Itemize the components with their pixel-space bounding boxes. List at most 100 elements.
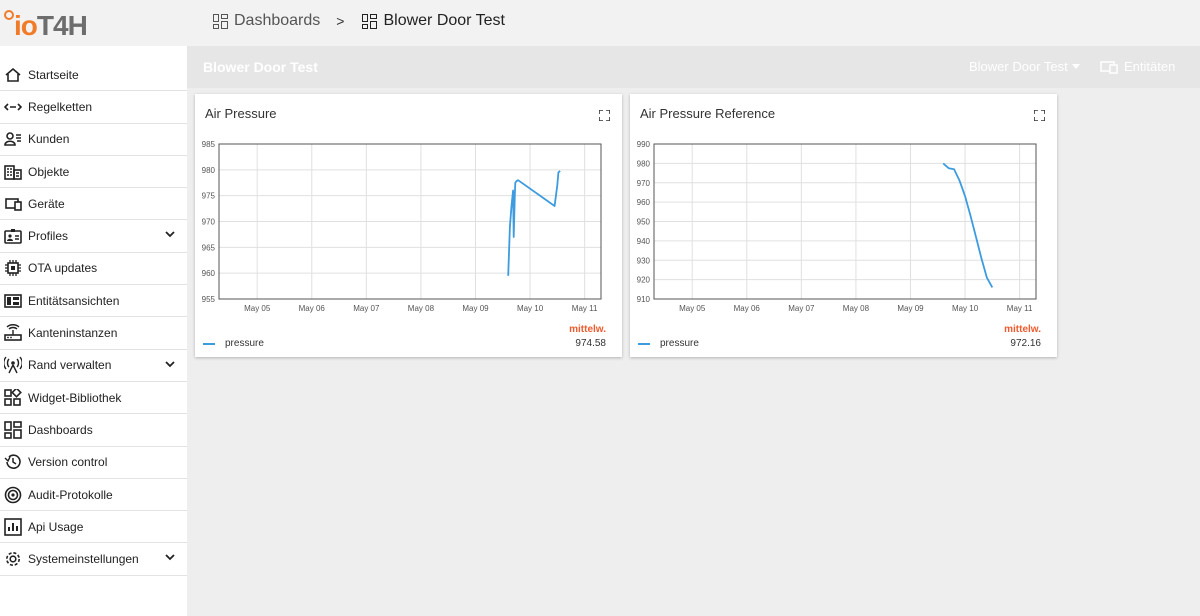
sidebar-item-startseite[interactable]: Startseite [0,59,187,92]
top-bar: ioT4H Dashboards > Blower Door Test [0,0,1200,46]
dashboard-state-label: Blower Door Test [969,59,1068,74]
sidebar-item-regelketten[interactable]: Regelketten [0,91,187,124]
sidebar-item-label: Systemeinstellungen [28,552,139,567]
sidebar: Startseite Regelketten Kunden Objekte Geräte… [0,46,187,616]
chip-icon [4,259,22,277]
x-tick-label: May 06 [299,304,326,313]
dashboard-toolbar: Blower Door Test Blower Door Test Entitä… [187,46,1200,88]
legend-value: 974.58 [575,338,606,349]
legend-swatch [638,343,650,345]
y-tick-label: 970 [202,218,216,227]
x-tick-label: May 11 [1007,304,1033,313]
widget-air-pressure: Air Pressure 955 960 965 970 975 980 985 May 05… [195,94,622,357]
y-tick-label: 960 [202,269,216,278]
fullscreen-icon[interactable] [599,110,610,121]
building-icon [4,163,22,181]
sidebar-item-api-usage[interactable]: Api Usage [0,511,187,544]
sidebar-item-dashboards[interactable]: Dashboards [0,414,187,447]
sidebar-item-label: Audit-Protokolle [28,487,113,502]
legend-row[interactable]: pressure 972.16 [638,338,1041,350]
breadcrumb-current: Blower Door Test [362,12,505,30]
x-tick-label: May 11 [572,304,598,313]
x-tick-label: May 08 [843,304,870,313]
y-tick-label: 965 [202,243,216,252]
bar-chart-icon [4,517,22,536]
caret-down-icon [1071,64,1080,69]
history-icon [4,453,22,471]
x-tick-label: May 06 [734,304,761,313]
y-tick-label: 985 [202,140,216,149]
entities-button[interactable]: Entitäten [1100,59,1175,74]
sidebar-item-systemeinstellungen[interactable]: Systemeinstellungen [0,543,187,576]
legend-series-name: pressure [225,338,264,349]
legend-header: mittelw. [569,324,606,335]
sidebar-item-label: Widget-Bibliothek [28,390,122,405]
sidebar-item-ota-updates[interactable]: OTA updates [0,253,187,286]
sidebar-item-entitätsansichten[interactable]: Entitätsansichten [0,285,187,318]
logo-text-b: T4H [36,10,88,41]
widget-title: Air Pressure Reference [640,106,776,121]
y-tick-label: 910 [637,295,651,304]
breadcrumb: Dashboards > Blower Door Test [213,12,505,30]
fullscreen-icon[interactable] [1034,110,1045,121]
sidebar-item-label: Rand verwalten [28,358,112,373]
line-chart[interactable]: 955 960 965 970 975 980 985 May 05 May 06 May 07 M… [195,130,622,320]
legend-series-name: pressure [660,338,699,349]
home-icon [4,66,22,84]
x-tick-label: May 05 [679,304,706,313]
dashboard-state-select[interactable]: Blower Door Test [969,59,1080,74]
legend-row[interactable]: pressure 974.58 [203,338,606,350]
x-tick-label: May 05 [244,304,271,313]
chevron-down-icon[interactable] [165,552,175,562]
y-tick-label: 975 [202,192,216,201]
legend-header: mittelw. [1004,324,1041,335]
series-line-pressure [507,170,561,276]
chevron-down-icon[interactable] [165,229,175,239]
antenna-icon [4,356,22,374]
track-icon [4,486,22,504]
legend-swatch [203,343,215,345]
sidebar-item-profiles[interactable]: Profiles [0,220,187,253]
chevron-down-icon[interactable] [165,359,175,369]
sidebar-item-label: Api Usage [28,519,84,534]
y-tick-label: 930 [637,256,651,265]
devices-icon [1100,60,1118,74]
y-tick-label: 940 [637,237,651,246]
dashboard-icon [362,13,378,29]
sidebar-item-widget-bibliothek[interactable]: Widget-Bibliothek [0,382,187,415]
x-tick-label: May 10 [952,304,979,313]
legend-value: 972.16 [1010,338,1041,349]
x-tick-label: May 08 [408,304,435,313]
breadcrumb-dashboards[interactable]: Dashboards [213,12,320,30]
sidebar-item-kunden[interactable]: Kunden [0,124,187,156]
router-icon [4,324,22,342]
x-tick-label: May 10 [517,304,544,313]
app-logo[interactable]: ioT4H [4,6,88,41]
sidebar-item-rand-verwalten[interactable]: Rand verwalten [0,350,187,382]
sidebar-item-label: Version control [28,455,108,470]
sidebar-item-label: Kunden [28,132,70,147]
widgets-icon [4,388,22,407]
y-tick-label: 980 [637,159,651,168]
sidebar-item-audit-protokolle[interactable]: Audit-Protokolle [0,479,187,512]
widget-title: Air Pressure [205,106,277,121]
sidebar-item-kanteninstanzen[interactable]: Kanteninstanzen [0,317,187,350]
entity-view-icon [4,292,22,310]
sidebar-item-geräte[interactable]: Geräte [0,188,187,221]
profiles-icon [4,227,22,245]
breadcrumb-current-label: Blower Door Test [383,12,505,29]
breadcrumb-separator: > [336,13,345,29]
sidebar-item-version-control[interactable]: Version control [0,447,187,479]
logo-text-a: io [14,10,38,41]
sidebar-item-label: Geräte [28,196,65,211]
sidebar-item-objekte[interactable]: Objekte [0,156,187,189]
breadcrumb-dashboards-label: Dashboards [234,12,321,29]
sidebar-item-label: Entitätsansichten [28,293,120,308]
line-chart[interactable]: 910 920 930 940 950 960 970 980 990 May 05 May 06 M… [630,130,1057,320]
sidebar-item-label: Objekte [28,164,70,179]
sidebar-item-label: Regelketten [28,99,93,114]
y-tick-label: 960 [637,198,651,207]
sidebar-item-label: Startseite [28,67,79,82]
logo-signal-icon [4,10,14,20]
y-tick-label: 955 [202,295,216,304]
